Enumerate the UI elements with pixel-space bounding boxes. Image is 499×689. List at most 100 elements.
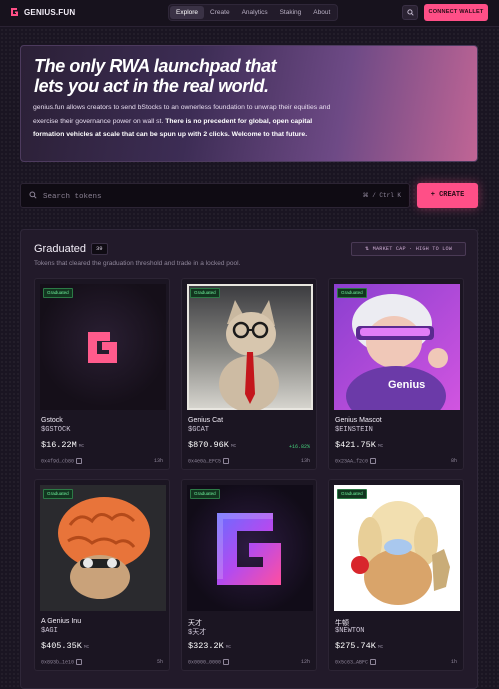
address-text: 0x0000…0000 xyxy=(188,659,222,666)
token-card[interactable]: Graduated 天才 $天才 $323.2K MC 0x0000…0000 1… xyxy=(181,479,317,671)
market-cap: $870.96K MC xyxy=(188,440,236,450)
token-image: Graduated Genius xyxy=(334,284,460,410)
contract-address[interactable]: 0x893b…1e10 xyxy=(41,659,83,666)
graduated-badge: Graduated xyxy=(43,489,73,499)
nav-analytics[interactable]: Analytics xyxy=(236,6,274,19)
graduated-badge: Graduated xyxy=(337,288,367,298)
token-card[interactable]: Graduated 牛顿 $NEWTON $275.74K MC 0x5c63…A… xyxy=(328,479,464,671)
token-symbol: $NEWTON xyxy=(335,627,365,635)
header-search-button[interactable] xyxy=(402,5,418,20)
market-cap: $323.2K MC xyxy=(188,641,231,651)
3d-g-logo-icon xyxy=(217,513,281,585)
token-card[interactable]: Graduated Genius Cat $GCAT $870.96K MC +1… xyxy=(181,278,317,470)
keyboard-shortcut-hint: ⌘ / Ctrl K xyxy=(362,192,401,199)
token-name: Genius Cat xyxy=(188,417,224,424)
sort-button[interactable]: ⇅ MARKET CAP · HIGH TO LOW xyxy=(351,242,466,256)
hero-title-line2: lets you act in the real world. xyxy=(34,76,269,96)
token-symbol: $AGI xyxy=(41,627,58,635)
contract-address[interactable]: 0x4f9d…cb80 xyxy=(41,458,83,465)
market-cap-unit: MC xyxy=(377,444,384,449)
address-text: 0x893b…1e10 xyxy=(41,659,75,666)
copy-icon[interactable] xyxy=(370,659,377,665)
token-image: Graduated xyxy=(187,284,313,410)
section-title: Graduated xyxy=(34,243,86,255)
market-cap-value: $870.96K xyxy=(188,440,229,450)
token-image: Graduated xyxy=(334,485,460,611)
copy-icon[interactable] xyxy=(76,458,83,464)
graduated-badge: Graduated xyxy=(43,288,73,298)
market-cap-unit: MC xyxy=(83,645,90,650)
search-input[interactable] xyxy=(41,184,345,209)
genius-logo-icon xyxy=(11,8,18,16)
token-age: 8h xyxy=(450,458,457,464)
mascot-einstein-image: Genius xyxy=(346,294,448,410)
graduated-badge: Graduated xyxy=(337,489,367,499)
token-age: 13h xyxy=(153,458,163,464)
token-age: 13h xyxy=(300,458,310,464)
market-cap: $275.74K MC xyxy=(335,641,383,651)
token-search-bar[interactable]: ⌘ / Ctrl K xyxy=(20,183,410,209)
top-bar: GENIUS.FUN Explore Create Analytics Stak… xyxy=(0,0,499,27)
market-cap: $421.75K MC xyxy=(335,440,383,450)
market-cap-value: $421.75K xyxy=(335,440,376,450)
token-symbol: $GSTOCK xyxy=(41,426,71,434)
logo-text: GENIUS.FUN xyxy=(24,7,76,17)
token-age: 5h xyxy=(156,659,163,665)
contract-address[interactable]: 0x0000…0000 xyxy=(188,659,230,666)
nav-create[interactable]: Create xyxy=(204,6,236,19)
market-cap-unit: MC xyxy=(225,645,232,650)
svg-text:Genius: Genius xyxy=(388,379,425,391)
token-symbol: $天才 xyxy=(188,629,207,637)
market-cap-value: $275.74K xyxy=(335,641,376,651)
nav-about[interactable]: About xyxy=(307,6,336,19)
token-image: Graduated xyxy=(40,485,166,611)
copy-icon[interactable] xyxy=(76,659,83,665)
contract-address[interactable]: 0x5c63…ABFC xyxy=(335,659,377,666)
hero-title-line1: The only RWA launchpad that xyxy=(34,56,277,76)
address-text: 0x23AA…f2c0 xyxy=(335,458,369,465)
nav-explore[interactable]: Explore xyxy=(170,6,205,19)
section-subtitle: Tokens that cleared the graduation thres… xyxy=(34,260,241,267)
market-cap: $16.22M MC xyxy=(41,440,84,450)
contract-address[interactable]: 0x4e0a…EFC5 xyxy=(188,458,230,465)
market-cap: $405.35K MC xyxy=(41,641,89,651)
graduated-badge: Graduated xyxy=(190,288,220,298)
cat-with-glasses-image xyxy=(187,284,313,410)
create-button[interactable]: + CREATE xyxy=(417,183,478,208)
token-card[interactable]: Graduated Genius Genius Mascot $EINSTEIN… xyxy=(328,278,464,470)
copy-icon[interactable] xyxy=(223,458,230,464)
token-age: 1h xyxy=(450,659,457,665)
contract-address[interactable]: 0x23AA…f2c0 xyxy=(335,458,377,465)
token-name: Gstock xyxy=(41,417,63,424)
search-icon xyxy=(406,9,414,16)
graduated-panel: Graduated 39 Tokens that cleared the gra… xyxy=(20,229,478,689)
logo[interactable]: GENIUS.FUN xyxy=(10,7,75,17)
graduated-badge: Graduated xyxy=(190,489,220,499)
market-cap-value: $323.2K xyxy=(188,641,224,651)
count-badge: 39 xyxy=(91,243,108,255)
hero-title: The only RWA launchpad that lets you act… xyxy=(34,56,314,96)
token-name: Genius Mascot xyxy=(335,417,382,424)
token-name: A Genius Inu xyxy=(41,618,82,625)
market-cap-value: $16.22M xyxy=(41,440,77,450)
market-cap-unit: MC xyxy=(78,444,85,449)
token-image: Graduated xyxy=(40,284,166,410)
newton-mascot-image xyxy=(351,501,450,605)
address-text: 0x4e0a…EFC5 xyxy=(188,458,222,465)
nav-staking[interactable]: Staking xyxy=(274,6,308,19)
address-text: 0x5c63…ABFC xyxy=(335,659,369,666)
hero-banner: The only RWA launchpad that lets you act… xyxy=(20,45,478,162)
price-change: +16.82% xyxy=(288,444,310,450)
token-symbol: $GCAT xyxy=(188,426,210,434)
token-image: Graduated xyxy=(187,485,313,611)
copy-icon[interactable] xyxy=(223,659,230,665)
token-card[interactable]: Graduated Gstock $GSTOCK $16.22M MC 0x4f9… xyxy=(34,278,170,470)
market-cap-unit: MC xyxy=(377,645,384,650)
copy-icon[interactable] xyxy=(370,458,377,464)
search-icon xyxy=(29,191,37,199)
connect-wallet-button[interactable]: CONNECT WALLET xyxy=(424,4,488,21)
token-card[interactable]: Graduated A Genius Inu $AGI $405.35K MC 0… xyxy=(34,479,170,671)
hero-description: genius.fun allows creators to send bStoc… xyxy=(33,101,333,142)
market-cap-value: $405.35K xyxy=(41,641,82,651)
address-text: 0x4f9d…cb80 xyxy=(41,458,75,465)
